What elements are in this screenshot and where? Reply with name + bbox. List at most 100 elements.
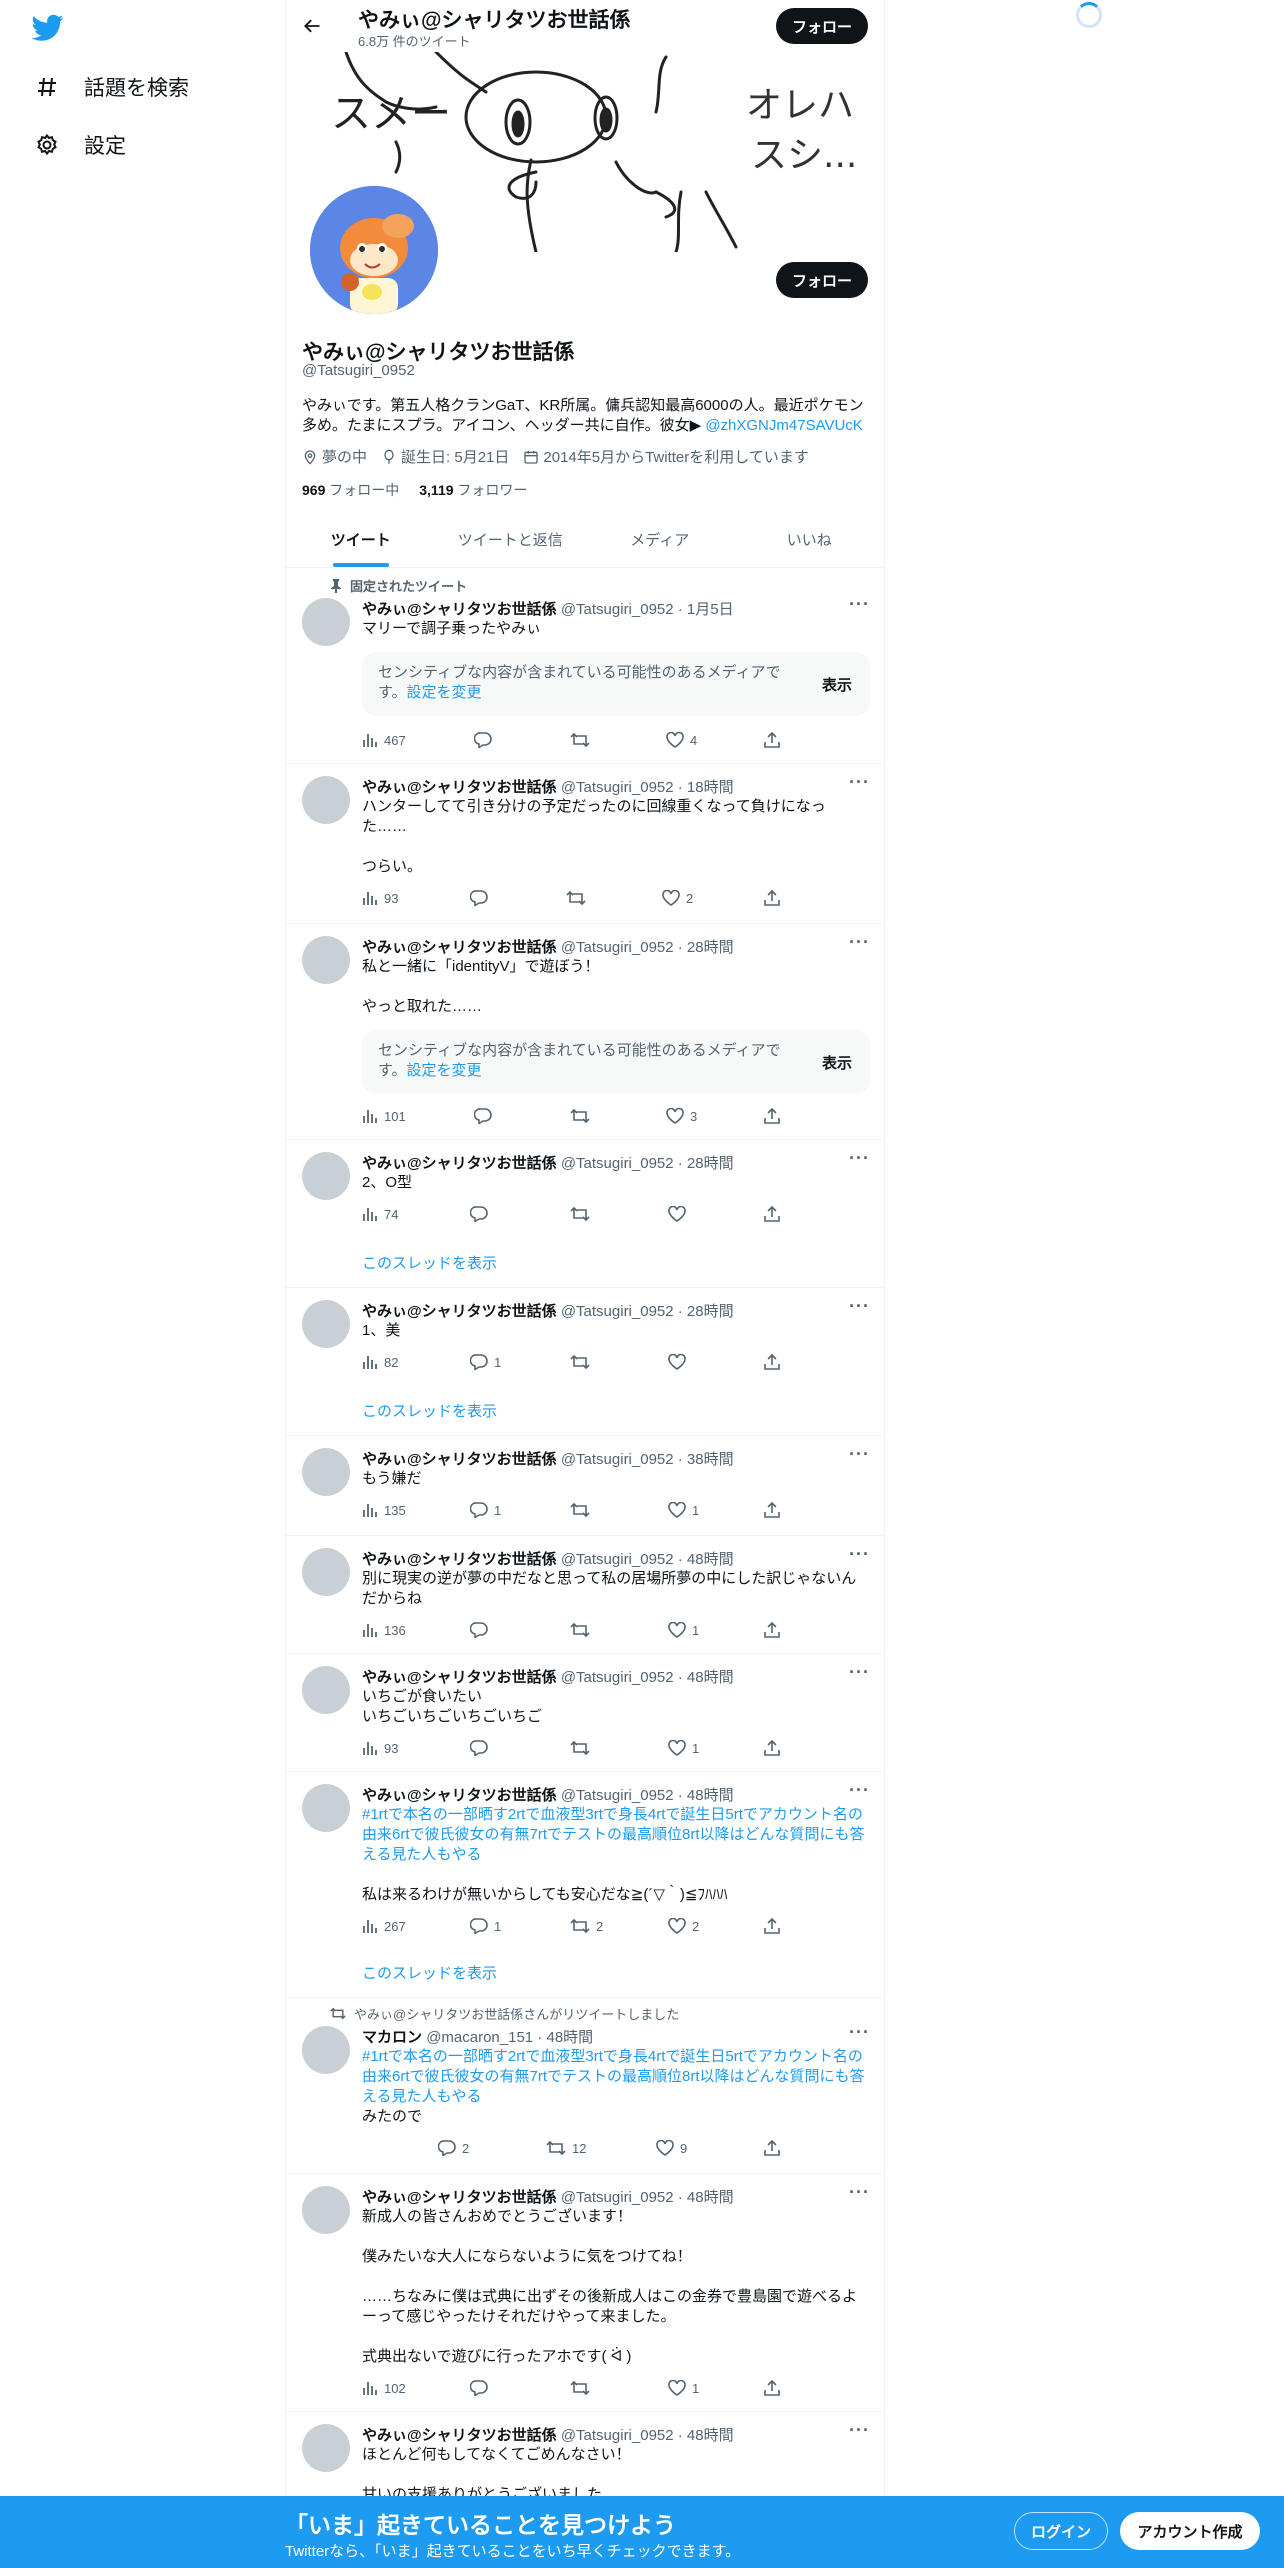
tweet-handle-time[interactable]: @Tatsugiri_0952 · 1月5日: [561, 601, 734, 618]
retweeted-label[interactable]: やみぃ@シャリタツお世話係さんがリツイートしました: [354, 2004, 679, 2023]
avatar[interactable]: [302, 1448, 350, 1496]
more-icon[interactable]: ···: [849, 1148, 870, 1169]
show-thread-link[interactable]: このスレッドを表示: [362, 1962, 497, 1983]
views-button[interactable]: 93: [362, 1740, 398, 1756]
avatar[interactable]: [302, 1152, 350, 1200]
show-thread-link[interactable]: このスレッドを表示: [362, 1252, 497, 1273]
avatar[interactable]: [302, 1666, 350, 1714]
tweet-handle-time[interactable]: @macaron_151 · 48時間: [426, 2029, 593, 2046]
nav-explore[interactable]: 話題を検索: [34, 72, 189, 102]
tweet-item[interactable]: やみぃ@シャリタツお世話係 @Tatsugiri_0952 · 28時間 2、O…: [286, 1140, 884, 1288]
views-button[interactable]: 267: [362, 1918, 406, 1934]
like-button[interactable]: [668, 1354, 692, 1370]
reply-button[interactable]: 2: [438, 2140, 469, 2156]
share-button[interactable]: [764, 2380, 780, 2396]
tweet-item[interactable]: 固定されたツイート やみぃ@シャリタツお世話係 @Tatsugiri_0952 …: [286, 568, 884, 764]
avatar[interactable]: [302, 1548, 350, 1596]
more-icon[interactable]: ···: [849, 1544, 870, 1565]
like-button[interactable]: 1: [668, 1622, 699, 1638]
reply-button[interactable]: [474, 732, 498, 748]
signup-button[interactable]: アカウント作成: [1120, 2512, 1260, 2550]
reply-button[interactable]: [474, 1108, 498, 1124]
more-icon[interactable]: ···: [849, 932, 870, 953]
reply-button[interactable]: 1: [470, 1502, 501, 1518]
like-button[interactable]: [668, 1206, 692, 1222]
like-button[interactable]: 1: [668, 1502, 699, 1518]
tweet-handle-time[interactable]: @Tatsugiri_0952 · 48時間: [561, 1669, 734, 1686]
views-button[interactable]: 101: [362, 1108, 406, 1124]
retweet-button[interactable]: [570, 1354, 596, 1370]
retweet-button[interactable]: 2: [570, 1918, 603, 1934]
views-button[interactable]: 467: [362, 732, 406, 748]
show-thread-link[interactable]: このスレッドを表示: [362, 1400, 497, 1421]
sensitive-settings-link[interactable]: 設定を変更: [407, 1062, 482, 1079]
more-icon[interactable]: ···: [849, 2022, 870, 2043]
retweet-button[interactable]: [566, 890, 592, 906]
tweet-handle-time[interactable]: @Tatsugiri_0952 · 28時間: [561, 1155, 734, 1172]
avatar[interactable]: [302, 1784, 350, 1832]
tweet-item[interactable]: やみぃ@シャリタツお世話係 @Tatsugiri_0952 · 18時間 ハンタ…: [286, 764, 884, 924]
tweet-item[interactable]: やみぃ@シャリタツお世話係 @Tatsugiri_0952 · 48時間 いちご…: [286, 1654, 884, 1772]
tweet-author-name[interactable]: やみぃ@シャリタツお世話係: [362, 1155, 557, 1172]
like-button[interactable]: 3: [666, 1108, 697, 1124]
tweet-author-name[interactable]: マカロン: [362, 2029, 422, 2046]
back-arrow-icon[interactable]: [298, 12, 326, 40]
tweet-handle-time[interactable]: @Tatsugiri_0952 · 48時間: [561, 2189, 734, 2206]
avatar[interactable]: [302, 598, 350, 646]
tab-tweets[interactable]: ツイート: [286, 512, 436, 567]
retweet-button[interactable]: [570, 1502, 596, 1518]
retweet-button[interactable]: [570, 1622, 596, 1638]
share-button[interactable]: [764, 1108, 780, 1124]
tweet-item[interactable]: やみぃ@シャリタツお世話係さんがリツイートしました マカロン @macaron_…: [286, 1998, 884, 2174]
more-icon[interactable]: ···: [849, 772, 870, 793]
retweet-button[interactable]: [570, 1108, 596, 1124]
views-button[interactable]: 136: [362, 1622, 406, 1638]
tweet-author-name[interactable]: やみぃ@シャリタツお世話係: [362, 2189, 557, 2206]
views-button[interactable]: 102: [362, 2380, 406, 2396]
reply-button[interactable]: [470, 1206, 494, 1222]
bio-mention-link[interactable]: @zhXGNJm47SAVUcK: [705, 417, 863, 434]
reply-button[interactable]: 1: [470, 1354, 501, 1370]
more-icon[interactable]: ···: [849, 2182, 870, 2203]
retweet-button[interactable]: [570, 1206, 596, 1222]
sensitive-settings-link[interactable]: 設定を変更: [407, 684, 482, 701]
like-button[interactable]: 1: [668, 2380, 699, 2396]
retweet-button[interactable]: [570, 732, 596, 748]
login-button[interactable]: ログイン: [1014, 2512, 1108, 2550]
reply-button[interactable]: 1: [470, 1918, 501, 1934]
avatar[interactable]: [302, 2186, 350, 2234]
sensitive-show-button[interactable]: 表示: [822, 1052, 852, 1073]
tweet-author-name[interactable]: やみぃ@シャリタツお世話係: [362, 939, 557, 956]
reply-button[interactable]: [470, 1622, 494, 1638]
reply-button[interactable]: [470, 2380, 494, 2396]
share-button[interactable]: [764, 1354, 780, 1370]
tweet-item[interactable]: やみぃ@シャリタツお世話係 @Tatsugiri_0952 · 28時間 私と一…: [286, 924, 884, 1140]
nav-settings[interactable]: 設定: [34, 130, 126, 160]
more-icon[interactable]: ···: [849, 1662, 870, 1683]
avatar[interactable]: [302, 1300, 350, 1348]
views-button[interactable]: 93: [362, 890, 398, 906]
tab-tweets-replies[interactable]: ツイートと返信: [436, 512, 586, 567]
like-button[interactable]: 9: [656, 2140, 687, 2156]
share-button[interactable]: [764, 732, 780, 748]
tweet-item[interactable]: やみぃ@シャリタツお世話係 @Tatsugiri_0952 · 28時間 1、美…: [286, 1288, 884, 1436]
followers-link[interactable]: 3,119 フォロワー: [419, 480, 527, 500]
header-follow-button[interactable]: フォロー: [776, 8, 868, 44]
tweet-item[interactable]: やみぃ@シャリタツお世話係 @Tatsugiri_0952 · 48時間 新成人…: [286, 2174, 884, 2412]
reply-button[interactable]: [470, 890, 494, 906]
retweet-button[interactable]: [570, 2380, 596, 2396]
more-icon[interactable]: ···: [849, 1444, 870, 1465]
tweet-author-name[interactable]: やみぃ@シャリタツお世話係: [362, 1669, 557, 1686]
share-button[interactable]: [764, 1502, 780, 1518]
twitter-logo-icon[interactable]: [32, 14, 64, 42]
tweet-item[interactable]: やみぃ@シャリタツお世話係 @Tatsugiri_0952 · 38時間 もう嫌…: [286, 1436, 884, 1536]
tweet-handle-time[interactable]: @Tatsugiri_0952 · 18時間: [561, 779, 734, 796]
tweet-author-name[interactable]: やみぃ@シャリタツお世話係: [362, 1303, 557, 1320]
avatar[interactable]: [302, 936, 350, 984]
like-button[interactable]: 2: [668, 1918, 699, 1934]
tweet-handle-time[interactable]: @Tatsugiri_0952 · 28時間: [561, 1303, 734, 1320]
views-button[interactable]: 74: [362, 1206, 398, 1222]
following-link[interactable]: 969 フォロー中: [302, 480, 399, 500]
share-button[interactable]: [764, 2140, 780, 2156]
retweet-button[interactable]: 12: [546, 2140, 586, 2156]
